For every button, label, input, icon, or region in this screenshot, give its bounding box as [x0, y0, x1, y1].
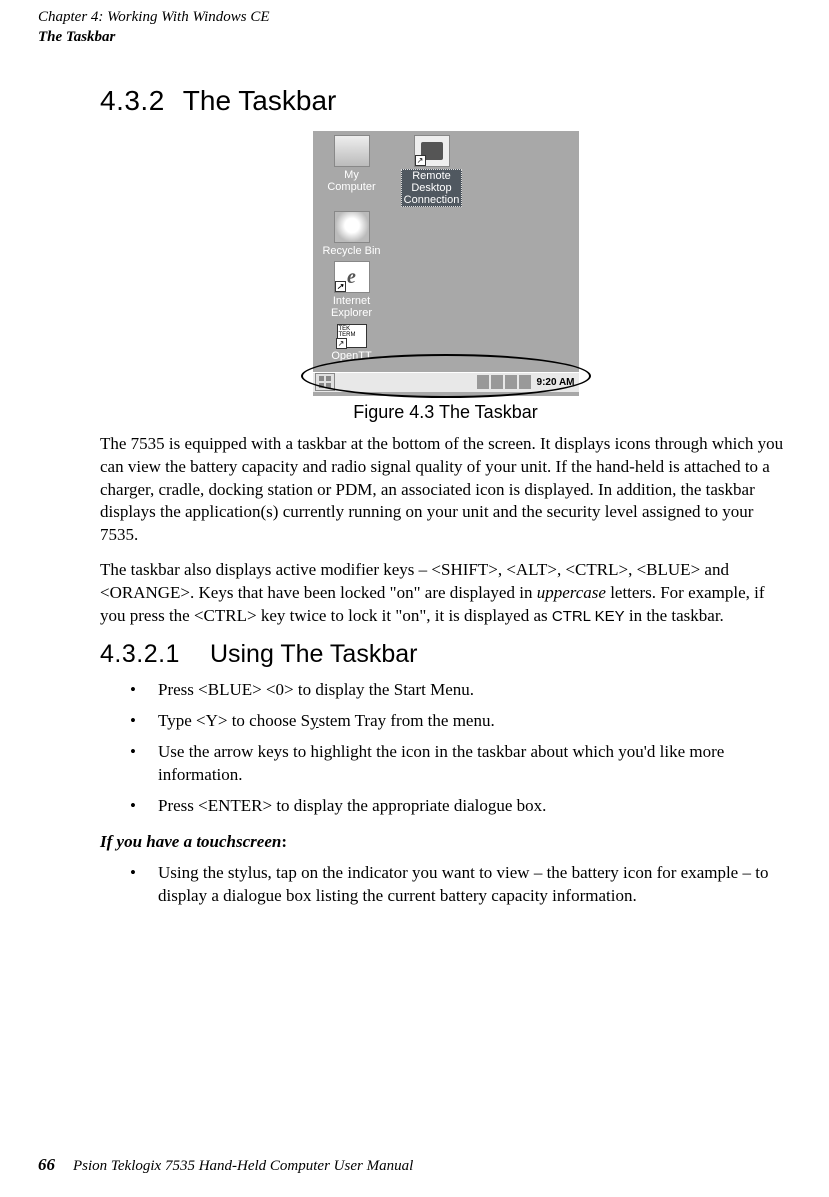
figure-4-3: My Computer ↗ Remote Desktop Connection … [100, 131, 791, 396]
icon-label: OpenTT [331, 350, 371, 362]
tray-icon[interactable] [519, 375, 531, 389]
paragraph: The taskbar also displays active modifie… [100, 559, 791, 628]
list-item: Press <BLUE> <0> to display the Start Me… [130, 679, 791, 702]
tray-icon[interactable] [491, 375, 503, 389]
icon-remote-desktop[interactable]: ↗ Remote Desktop Connection [399, 135, 465, 207]
wince-screenshot: My Computer ↗ Remote Desktop Connection … [313, 131, 579, 396]
ie-icon: e ↗ [334, 261, 370, 293]
list-item: Type <Y> to choose System Tray from the … [130, 710, 791, 733]
system-tray[interactable]: 9:20 AM [477, 375, 579, 389]
shortcut-arrow-icon: ↗ [335, 281, 346, 292]
computer-icon [334, 135, 370, 167]
heading-title: The Taskbar [183, 85, 337, 116]
tray-icon[interactable] [477, 375, 489, 389]
page-number: 66 [38, 1155, 55, 1174]
icon-internet-explorer[interactable]: e ↗ Internet Explorer [319, 261, 385, 319]
icon-label: Remote Desktop Connection [401, 169, 463, 207]
icon-my-computer[interactable]: My Computer [319, 135, 385, 207]
desktop-row-1: My Computer ↗ Remote Desktop Connection [319, 135, 573, 207]
shortcut-arrow-icon: ↗ [415, 155, 426, 166]
header-chapter: Chapter 4: Working With Windows CE [38, 8, 270, 28]
running-footer: 66 Psion Teklogix 7535 Hand-Held Computer… [38, 1155, 413, 1175]
remote-desktop-icon: ↗ [414, 135, 450, 167]
wince-desktop: My Computer ↗ Remote Desktop Connection … [313, 131, 579, 368]
main-content: 4.3.2 The Taskbar My Computer ↗ Remote De… [100, 85, 791, 922]
desktop-row-4: TEK TERM ↗ OpenTT [319, 324, 573, 362]
heading-number: 4.3.2.1 [100, 640, 180, 668]
bullet-list: Press <BLUE> <0> to display the Start Me… [130, 679, 791, 818]
body-text: The 7535 is equipped with a taskbar at t… [100, 433, 791, 629]
heading-4-3-2: 4.3.2 The Taskbar [100, 85, 791, 117]
icon-recycle-bin[interactable]: Recycle Bin [319, 211, 385, 257]
paragraph: The 7535 is equipped with a taskbar at t… [100, 433, 791, 548]
start-button[interactable] [315, 373, 335, 391]
list-item: Use the arrow keys to highlight the icon… [130, 741, 791, 787]
bullet-list: Using the stylus, tap on the indicator y… [130, 862, 791, 908]
icon-label: Internet Explorer [331, 295, 372, 319]
opentt-icon: TEK TERM ↗ [337, 324, 367, 348]
wince-taskbar: 9:20 AM [313, 372, 579, 392]
touchscreen-heading: If you have a touchscreen: [100, 832, 791, 852]
windows-flag-icon [319, 376, 331, 388]
heading-title: Using The Taskbar [210, 640, 418, 668]
list-item: Using the stylus, tap on the indicator y… [130, 862, 791, 908]
desktop-row-2: Recycle Bin [319, 211, 573, 257]
heading-4-3-2-1: 4.3.2.1 Using The Taskbar [100, 640, 791, 669]
icon-label: My Computer [327, 169, 375, 193]
icon-label: Recycle Bin [322, 245, 380, 257]
book-title: Psion Teklogix 7535 Hand-Held Computer U… [73, 1158, 413, 1174]
list-item: Press <ENTER> to display the appropriate… [130, 795, 791, 818]
taskbar-clock[interactable]: 9:20 AM [537, 377, 575, 388]
desktop-row-3: e ↗ Internet Explorer [319, 261, 573, 319]
figure-caption: Figure 4.3 The Taskbar [100, 402, 791, 423]
shortcut-arrow-icon: ↗ [336, 338, 347, 349]
running-header: Chapter 4: Working With Windows CE The T… [38, 8, 270, 47]
header-section: The Taskbar [38, 28, 270, 48]
heading-number: 4.3.2 [100, 85, 165, 116]
icon-opentt[interactable]: TEK TERM ↗ OpenTT [319, 324, 385, 362]
tray-icon[interactable] [505, 375, 517, 389]
recycle-bin-icon [334, 211, 370, 243]
